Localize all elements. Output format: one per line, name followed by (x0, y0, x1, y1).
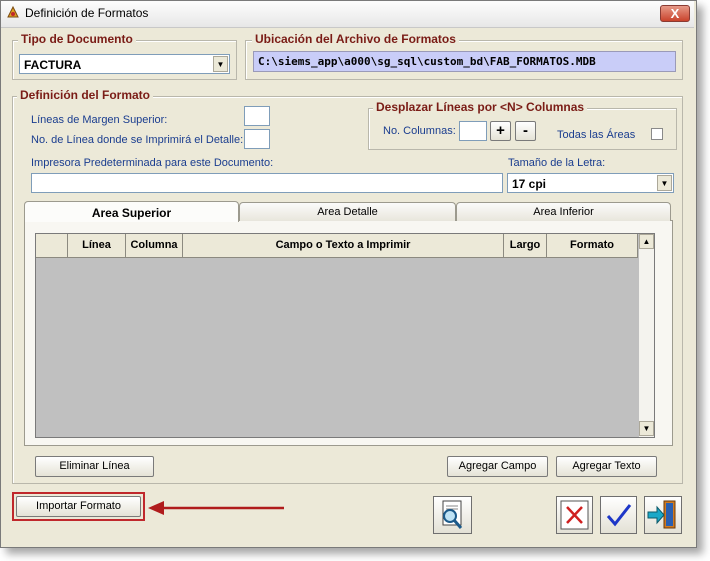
exit-button[interactable] (644, 496, 682, 534)
no-columnas-label: No. Columnas: (383, 125, 456, 137)
chevron-down-icon[interactable]: ▼ (213, 56, 228, 72)
grid-header-largo[interactable]: Largo (504, 234, 547, 258)
tipo-documento-legend: Tipo de Documento (18, 32, 136, 46)
minus-button[interactable]: - (515, 121, 536, 141)
cancel-button[interactable] (556, 496, 593, 534)
ubicacion-path-text: C:\siems_app\a000\sg_sql\custom_bd\FAB_F… (258, 55, 596, 68)
scroll-down-icon[interactable]: ▼ (639, 421, 654, 436)
linea-detalle-label: No. de Línea donde se Imprimirá el Detal… (31, 134, 244, 146)
grid-scrollbar[interactable] (638, 234, 654, 437)
definicion-legend: Definición del Formato (17, 88, 154, 102)
exit-door-icon (647, 500, 676, 529)
todas-areas-label: Todas las Áreas (557, 129, 636, 141)
importar-formato-button[interactable]: Importar Formato (16, 496, 141, 517)
cancel-x-icon (560, 500, 589, 530)
tamano-letra-value: 17 cpi (512, 177, 547, 191)
grid-header-linea[interactable]: Línea (68, 234, 126, 258)
agregar-campo-button[interactable]: Agregar Campo (447, 456, 548, 477)
plus-button[interactable]: + (490, 121, 511, 141)
tipo-documento-select[interactable]: FACTURA ▼ (19, 54, 230, 74)
arrow-left-icon (148, 501, 284, 515)
todas-areas-checkbox[interactable] (651, 128, 663, 140)
margen-superior-input[interactable] (244, 106, 270, 126)
scroll-up-icon[interactable]: ▲ (639, 234, 654, 249)
impresora-input[interactable] (31, 173, 503, 193)
preview-button[interactable] (433, 496, 472, 534)
tab-area-superior[interactable]: Area Superior (24, 201, 239, 222)
tipo-documento-value: FACTURA (24, 58, 82, 72)
chevron-down-icon[interactable]: ▼ (657, 175, 672, 191)
ubicacion-path-field: C:\siems_app\a000\sg_sql\custom_bd\FAB_F… (253, 51, 676, 72)
impresora-label: Impresora Predeterminada para este Docum… (31, 157, 274, 169)
checkmark-icon (606, 504, 632, 527)
margen-superior-label: Líneas de Margen Superior: (31, 114, 168, 126)
grid-header-selector (36, 234, 68, 258)
close-button[interactable]: X (660, 5, 690, 22)
app-icon (7, 5, 19, 18)
window-title: Definición de Formatos (25, 6, 149, 20)
magnifier-document-icon (442, 500, 463, 529)
tamano-letra-label: Tamaño de la Letra: (508, 157, 606, 169)
grid-header-formato[interactable]: Formato (547, 234, 638, 258)
grid-header-campo-texto[interactable]: Campo o Texto a Imprimir (183, 234, 504, 258)
tab-area-detalle[interactable]: Area Detalle (239, 202, 456, 221)
agregar-texto-button[interactable]: Agregar Texto (556, 456, 657, 477)
no-columnas-input[interactable] (459, 121, 487, 141)
eliminar-linea-button[interactable]: Eliminar Línea (35, 456, 154, 477)
linea-detalle-input[interactable] (244, 129, 270, 149)
tamano-letra-select[interactable]: 17 cpi ▼ (507, 173, 674, 193)
ubicacion-legend: Ubicación del Archivo de Formatos (252, 32, 459, 46)
desplazar-legend: Desplazar Líneas por <N> Columnas (373, 100, 588, 114)
accept-button[interactable] (600, 496, 637, 534)
format-grid[interactable] (35, 233, 655, 438)
grid-header-columna[interactable]: Columna (126, 234, 183, 258)
tab-area-inferior[interactable]: Area Inferior (456, 202, 671, 221)
